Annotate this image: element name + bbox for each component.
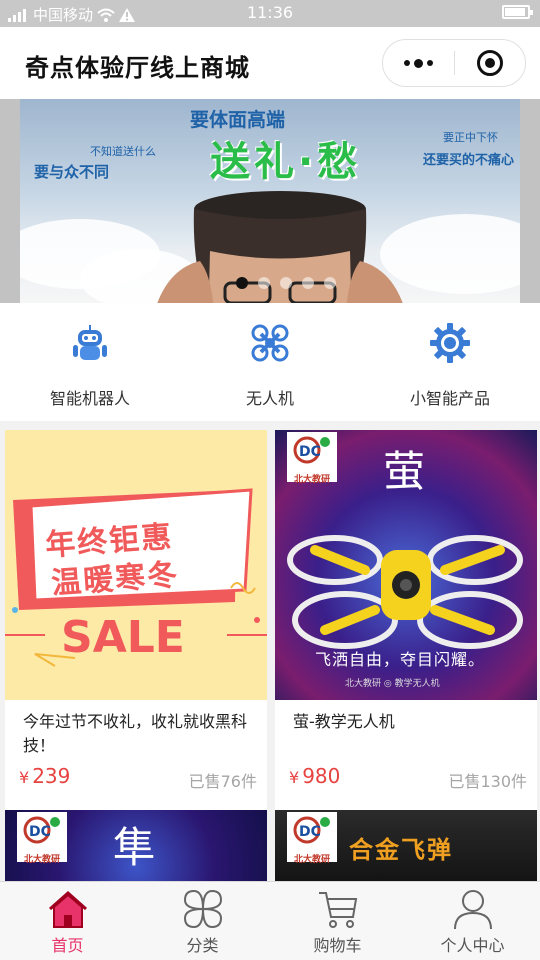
more-dot-icon [414, 58, 423, 68]
carousel-dot[interactable] [236, 277, 248, 289]
sold-count: 已售130件 [448, 772, 527, 791]
tab-label: 分类 [186, 936, 219, 955]
category-smart-products[interactable]: 小智能产品 [360, 303, 540, 421]
home-icon [48, 890, 87, 928]
nav-bar: 奇点体验厅线上商城 [0, 27, 540, 99]
product-image[interactable]: DC 北大教研 合金飞弹 [275, 810, 537, 881]
category-robot[interactable]: 智能机器人 [0, 303, 180, 421]
miniprogram-capsule [382, 39, 526, 87]
category-row: 智能机器人 无人机 小智能产品 [0, 303, 540, 421]
brand-logo-text: 北大教研 [23, 855, 60, 865]
poster-sale: SALE [61, 612, 185, 663]
banner-main-text: 送礼·愁 [210, 139, 362, 185]
svg-text:DC: DC [299, 824, 321, 840]
banner-right-small: 要正中下怀 [443, 131, 498, 144]
drone-icon [251, 324, 289, 362]
product-card[interactable]: DC 北大教研 合金飞弹 [275, 810, 537, 881]
brand-logo-text: 北大教研 [293, 855, 330, 865]
poster-slogan: 飞洒自由，夺目闪耀。 [315, 650, 486, 669]
cart-icon [318, 892, 357, 928]
brand-logo-mark: DC [23, 816, 60, 844]
poster-title: 合金飞弹 [349, 836, 453, 864]
product-image[interactable]: DC 北大教研 萤 飞洒自由，夺目闪耀。 北大教研 ◎ 教学无人机 [275, 430, 537, 700]
poster-title: 隼 [113, 823, 156, 872]
banner-prev-peek [0, 99, 20, 303]
sold-count: 已售76件 [188, 772, 257, 791]
poster-brand: 北大教研 ◎ 教学无人机 [345, 679, 440, 689]
banner-left-text: 要与众不同 [34, 163, 110, 181]
tab-label: 购物车 [313, 936, 362, 955]
svg-text:DC: DC [299, 444, 321, 460]
more-button[interactable] [383, 40, 454, 86]
more-dot-icon [404, 60, 410, 66]
banner-slide[interactable]: 要体面高端 送礼·愁 不知道送什么 要与众不同 要正中下怀 还要买的不痛心 [20, 99, 520, 303]
robot-icon [73, 325, 107, 360]
brand-logo: DC 北大教研 [287, 812, 337, 865]
tab-cart[interactable]: 购物车 [270, 882, 405, 960]
category-icon [183, 889, 222, 929]
brand-logo: DC 北大教研 [287, 432, 337, 485]
product-price: ¥239 [19, 764, 70, 788]
close-button[interactable] [455, 40, 525, 86]
tab-bar: 首页 分类 购物车 个人中心 [0, 881, 540, 960]
battery-icon [502, 5, 533, 19]
svg-text:DC: DC [29, 824, 51, 840]
product-price: ¥980 [289, 764, 340, 788]
product-name[interactable]: 萤-教学无人机 [293, 710, 523, 734]
target-close-icon [476, 50, 503, 76]
price-value: 980 [302, 764, 341, 788]
tab-category[interactable]: 分类 [135, 882, 270, 960]
category-label: 小智能产品 [409, 389, 490, 408]
product-card[interactable]: DC 北大教研 隼 [5, 810, 267, 881]
banner-right-text: 还要买的不痛心 [422, 153, 514, 168]
banner-headline: 要体面高端 [190, 109, 286, 131]
brand-logo: DC 北大教研 [17, 812, 67, 865]
product-image[interactable]: 年终钜惠 温暖寒冬 SALE [5, 430, 267, 700]
page-title: 奇点体验厅线上商城 [25, 54, 250, 82]
carousel-dot[interactable] [258, 277, 270, 289]
tab-label: 个人中心 [440, 936, 505, 955]
product-card[interactable]: 年终钜惠 温暖寒冬 SALE 今年过节不收礼，收礼就收黑科技！ ¥239 已售7… [5, 430, 267, 811]
status-bar: 中国移动 11:36 [0, 0, 540, 27]
banner-next-peek [520, 99, 540, 303]
more-dot-icon [427, 60, 433, 66]
category-label: 无人机 [245, 389, 294, 408]
clock: 11:36 [246, 3, 294, 22]
brand-logo-mark: DC [293, 816, 330, 844]
product-grid: 年终钜惠 温暖寒冬 SALE 今年过节不收礼，收礼就收黑科技！ ¥239 已售7… [0, 421, 540, 881]
category-drone[interactable]: 无人机 [180, 303, 360, 421]
product-name[interactable]: 今年过节不收礼，收礼就收黑科技！ [23, 710, 253, 758]
currency-symbol: ¥ [289, 768, 300, 787]
carousel-dot[interactable] [302, 277, 314, 289]
carousel-dot[interactable] [280, 277, 292, 289]
tab-home[interactable]: 首页 [0, 882, 135, 960]
price-value: 239 [32, 764, 71, 788]
tab-profile[interactable]: 个人中心 [405, 882, 540, 960]
poster-line-2: 温暖寒冬 [50, 557, 181, 602]
product-card[interactable]: DC 北大教研 萤 飞洒自由，夺目闪耀。 北大教研 ◎ 教学无人机 萤-教学无人… [275, 430, 537, 811]
carousel-dot[interactable] [324, 277, 336, 289]
banner-carousel[interactable]: 要体面高端 送礼·愁 不知道送什么 要与众不同 要正中下怀 还要买的不痛心 [0, 99, 540, 303]
battery-fill [505, 8, 525, 16]
tab-label: 首页 [51, 936, 84, 955]
currency-symbol: ¥ [19, 768, 30, 787]
product-image[interactable]: DC 北大教研 隼 [5, 810, 267, 881]
user-icon [453, 890, 492, 930]
brand-logo-mark: DC [293, 436, 330, 464]
gear-icon [430, 323, 470, 363]
brand-logo-text: 北大教研 [293, 475, 330, 485]
category-label: 智能机器人 [49, 389, 130, 408]
banner-left-small: 不知道送什么 [90, 145, 156, 158]
carousel-indicators [236, 277, 336, 289]
